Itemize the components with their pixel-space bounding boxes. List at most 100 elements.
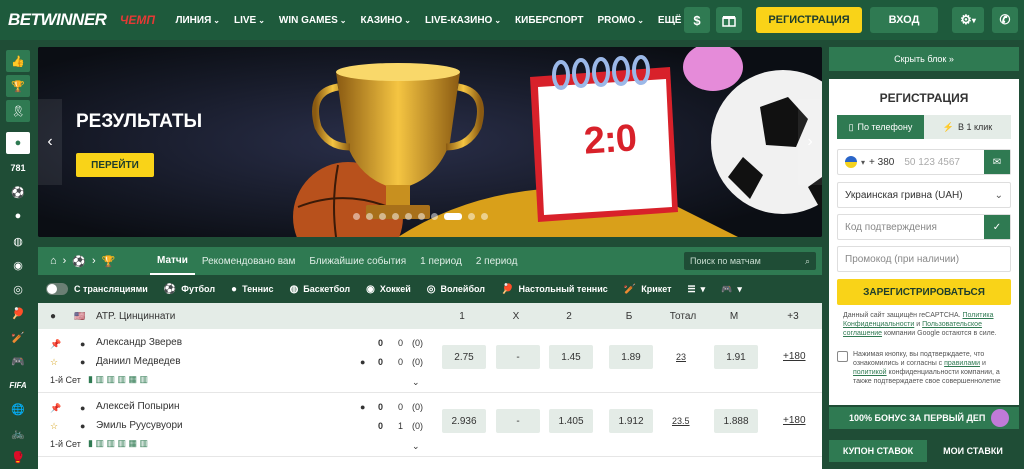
- promo-code-input[interactable]: Промокод (при наличии): [837, 246, 1011, 272]
- nav-item-6[interactable]: PROMO ⌄: [590, 15, 650, 26]
- carousel-dot[interactable]: [379, 213, 386, 220]
- tab-period-1[interactable]: 1 период: [413, 247, 469, 275]
- gift-icon[interactable]: [716, 7, 742, 33]
- banner-go-button[interactable]: ПЕРЕЙТИ: [76, 153, 154, 177]
- player-2-name[interactable]: Эмиль Руусувуори: [96, 420, 183, 431]
- favorite-star-icon[interactable]: ☆: [50, 357, 58, 368]
- brand-logo[interactable]: BETWINNER: [8, 10, 107, 30]
- total-value[interactable]: 23: [676, 352, 686, 362]
- promo-badge-icon[interactable]: ЧЕМП: [114, 10, 160, 30]
- ukraine-flag-icon[interactable]: [845, 156, 857, 168]
- live-dot-icon[interactable]: ●: [6, 132, 30, 154]
- nav-item-4[interactable]: LIVE-КАЗИНО ⌄: [418, 15, 508, 26]
- phone-field[interactable]: ▾ + 380 50 123 4567 ✉: [837, 149, 1011, 175]
- odd-2[interactable]: 1.405: [549, 409, 593, 433]
- register-submit-button[interactable]: ЗАРЕГИСТРИРОВАТЬСЯ: [837, 279, 1011, 305]
- broadcast-toggle[interactable]: [46, 283, 68, 295]
- flower-icon[interactable]: [991, 409, 1010, 427]
- chevron-down-icon[interactable]: ▾: [861, 158, 865, 167]
- stats-icons[interactable]: ▮ ▥ ▥ ▥ ▦ ▥: [88, 438, 148, 449]
- award-icon[interactable]: 🎗: [6, 100, 30, 122]
- currency-select[interactable]: Украинская гривна (UAH) ⌄: [837, 182, 1011, 208]
- sport-cricket[interactable]: 🏏 Крикет: [616, 284, 680, 295]
- total-value[interactable]: 23.5: [672, 416, 690, 426]
- football-icon[interactable]: ⚽: [72, 255, 86, 268]
- tab-my-bets[interactable]: МОИ СТАВКИ: [927, 440, 1019, 462]
- carousel-dot[interactable]: [418, 213, 425, 220]
- rules-link[interactable]: правилами: [944, 360, 980, 367]
- agree-checkbox[interactable]: [837, 351, 848, 362]
- sport-table-tennis[interactable]: 🏓 Настольный теннис: [493, 284, 616, 295]
- confirmation-code-input[interactable]: Код подтверждения ✓: [837, 214, 1011, 240]
- cricket-icon[interactable]: 🏏: [6, 326, 30, 348]
- favorite-star-icon[interactable]: ☆: [50, 421, 58, 432]
- odd-over[interactable]: 1.89: [609, 345, 653, 369]
- sport-basketball[interactable]: ◍ Баскетбол: [282, 284, 359, 295]
- tab-recommended[interactable]: Рекомендовано вам: [195, 247, 302, 275]
- nav-item-0[interactable]: ЛИНИЯ ⌄: [168, 15, 227, 26]
- tab-matches[interactable]: Матчи: [150, 247, 195, 275]
- carousel-dot[interactable]: [431, 213, 438, 220]
- settings-gear-icon[interactable]: ⚙ ▾: [952, 7, 984, 33]
- odd-1[interactable]: 2.936: [442, 409, 486, 433]
- carousel-dot[interactable]: [353, 213, 360, 220]
- odd-1[interactable]: 2.75: [442, 345, 486, 369]
- banner-prev-arrow[interactable]: ‹: [38, 99, 62, 185]
- match-search-input[interactable]: Поиск по матчам ⌕: [684, 252, 816, 270]
- carousel-dot[interactable]: [366, 213, 373, 220]
- esports-menu[interactable]: 🎮 ▾: [713, 284, 750, 295]
- tab-one-click[interactable]: ⚡ В 1 клик: [924, 115, 1011, 139]
- stats-icons[interactable]: ▮ ▥ ▥ ▥ ▦ ▥: [88, 374, 148, 385]
- phone-icon[interactable]: ✆: [992, 7, 1018, 33]
- login-button[interactable]: ВХОД: [870, 7, 938, 33]
- tab-by-phone[interactable]: ▯ По телефону: [837, 115, 924, 139]
- nav-item-3[interactable]: КАЗИНО ⌄: [354, 15, 418, 26]
- chevron-down-icon[interactable]: ⌄: [412, 441, 420, 452]
- pin-icon[interactable]: 📌: [50, 339, 61, 350]
- carousel-dot-active[interactable]: [444, 213, 462, 220]
- player-2-name[interactable]: Даниил Медведев: [96, 356, 181, 367]
- privacy-link[interactable]: политикой: [853, 369, 887, 376]
- first-deposit-bonus[interactable]: 100% БОНУС ЗА ПЕРВЫЙ ДЕП: [829, 407, 1019, 429]
- player-1-name[interactable]: Алексей Попырин: [96, 401, 180, 412]
- banner-next-arrow[interactable]: ›: [798, 99, 822, 185]
- odd-under[interactable]: 1.91: [714, 345, 758, 369]
- trophy-icon[interactable]: 🏆: [102, 255, 116, 268]
- carousel-dot[interactable]: [481, 213, 488, 220]
- table-tennis-icon[interactable]: 🏓: [6, 302, 30, 324]
- home-icon[interactable]: ⌂: [50, 255, 57, 267]
- nav-item-5[interactable]: КИБЕРСПОРТ: [508, 15, 590, 26]
- fifa-icon[interactable]: FIFA: [6, 374, 30, 396]
- odd-x[interactable]: -: [496, 345, 540, 369]
- more-markets-link[interactable]: +180: [783, 415, 806, 426]
- trophy-icon[interactable]: 🏆: [6, 75, 30, 97]
- nav-item-2[interactable]: WIN GAMES ⌄: [272, 15, 354, 26]
- sport-volleyball[interactable]: ◎ Волейбол: [419, 284, 493, 295]
- cycling-icon[interactable]: 🚲: [6, 422, 30, 444]
- boxing-icon[interactable]: 🥊: [6, 446, 30, 468]
- register-button[interactable]: РЕГИСТРАЦИЯ: [756, 7, 862, 33]
- more-sports-menu[interactable]: ☰ ▾: [680, 284, 714, 295]
- sport-tennis[interactable]: ● Теннис: [223, 284, 282, 295]
- carousel-dot[interactable]: [468, 213, 475, 220]
- tab-upcoming[interactable]: Ближайшие события: [302, 247, 413, 275]
- more-markets-link[interactable]: +180: [783, 351, 806, 362]
- odd-over[interactable]: 1.912: [609, 409, 653, 433]
- chevron-down-icon[interactable]: ⌄: [412, 377, 420, 388]
- carousel-dot[interactable]: [392, 213, 399, 220]
- sport-football[interactable]: ⚽ Футбол: [156, 284, 223, 295]
- tab-period-2[interactable]: 2 период: [469, 247, 525, 275]
- promo-banner[interactable]: ‹ › РЕЗУЛЬТАТЫ ПЕРЕЙТИ 2:0: [38, 47, 822, 237]
- player-1-name[interactable]: Александр Зверев: [96, 337, 182, 348]
- pin-icon[interactable]: 📌: [50, 403, 61, 414]
- odd-2[interactable]: 1.45: [549, 345, 593, 369]
- basketball-icon[interactable]: ◍: [6, 230, 30, 252]
- hockey-icon[interactable]: ◉: [6, 254, 30, 276]
- odd-under[interactable]: 1.888: [714, 409, 758, 433]
- tab-bet-slip[interactable]: КУПОН СТАВОК: [829, 440, 927, 462]
- deposit-button[interactable]: $: [684, 7, 710, 33]
- odd-x[interactable]: -: [496, 409, 540, 433]
- globe-icon[interactable]: 🌐: [6, 398, 30, 420]
- thumbs-up-icon[interactable]: 👍: [6, 50, 30, 72]
- hide-block-button[interactable]: Скрыть блок »: [829, 47, 1019, 71]
